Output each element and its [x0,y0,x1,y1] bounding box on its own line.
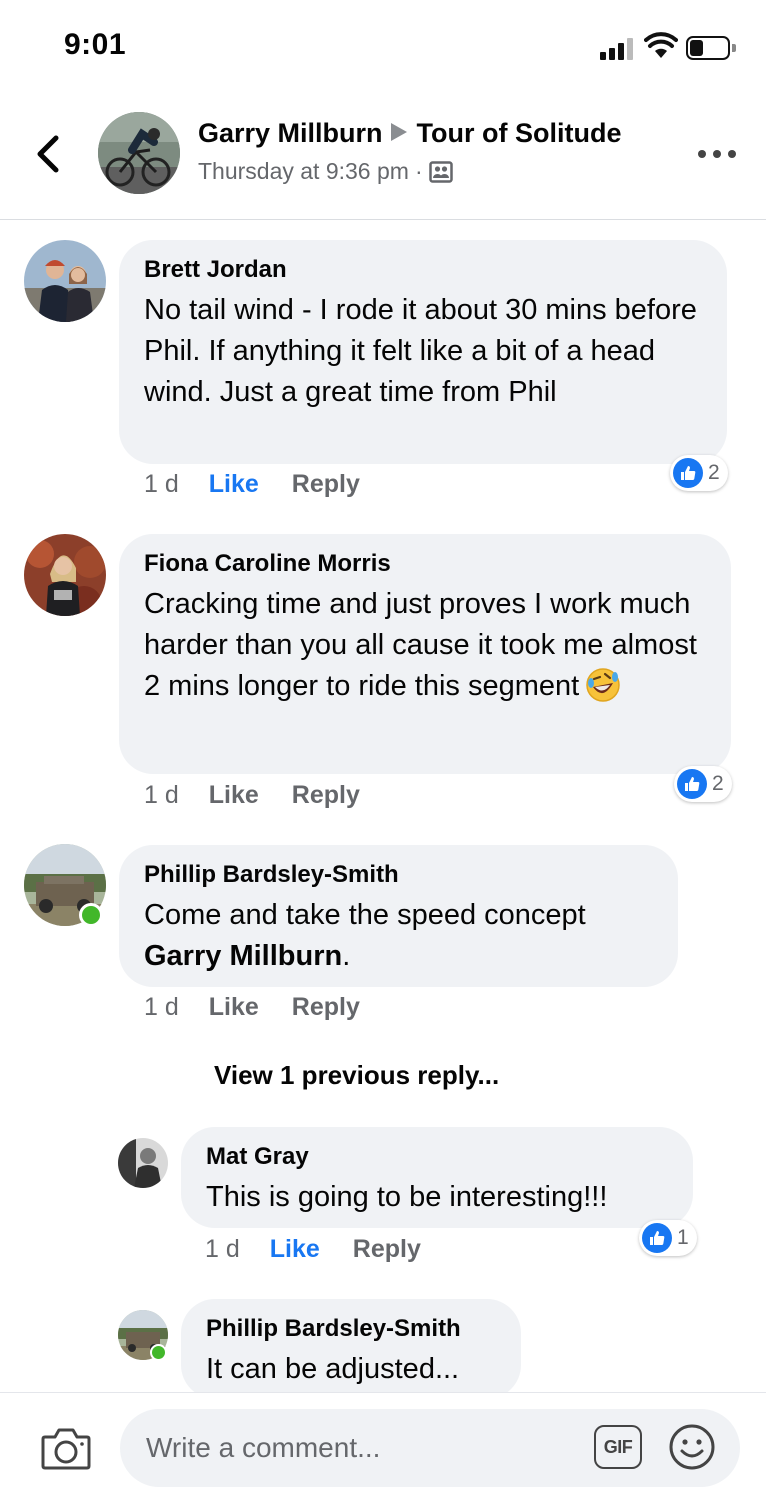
comment-text: Come and take the speed concept [144,899,586,931]
comment-actions: 1 d Like Reply [144,781,360,810]
like-button[interactable]: Like [209,470,259,499]
avatar[interactable] [118,1138,168,1188]
rolling-on-floor-laughing-emoji [586,668,620,702]
online-status-indicator [79,903,103,927]
comment-actions: 1 d Like Reply [144,993,360,1022]
comment-bubble: Fiona Caroline Morris Cracking time and … [119,534,731,774]
comment-text-end: . [342,940,351,972]
reply-button[interactable]: Reply [292,781,360,810]
more-horizontal-icon[interactable] [698,148,736,160]
post-header: Garry Millburn Tour of Solitude Thursday … [0,96,766,220]
triangle-right-icon [390,123,407,141]
gif-button[interactable]: GIF [594,1425,642,1469]
avatar[interactable] [24,240,106,322]
mention-link[interactable]: Garry Millburn [144,940,342,972]
reply-author[interactable]: Phillip Bardsley-Smith [206,1315,497,1343]
online-status-indicator [150,1344,167,1361]
post-title: Garry Millburn Tour of Solitude [198,118,622,149]
reply-age: 1 d [205,1235,240,1263]
post-timestamp: Thursday at 9:36 pm [198,158,409,184]
thumbs-up-icon [642,1223,672,1253]
reaction-count: 2 [712,772,724,795]
wifi-icon [644,32,678,58]
comment-text-block: Cracking time and just proves I work muc… [144,584,707,707]
comment-input[interactable]: Write a comment... GIF [120,1409,740,1487]
like-button[interactable]: Like [209,993,259,1022]
comment-age: 1 d [144,993,179,1021]
thumbs-up-icon [677,769,707,799]
reply-button[interactable]: Reply [292,993,360,1022]
status-time: 9:01 [64,28,127,61]
smiley-icon[interactable] [668,1423,716,1471]
comment-bubble: Brett Jordan No tail wind - I rode it ab… [119,240,727,464]
comment-author[interactable]: Brett Jordan [144,256,703,284]
reply-author[interactable]: Mat Gray [206,1143,669,1171]
group-members-icon [428,161,453,183]
reply-actions: 1 d Like Reply [205,1235,421,1264]
reply-text: It can be adjusted... [206,1353,460,1385]
status-bar: 9:01 [0,0,766,96]
avatar[interactable] [24,534,106,616]
comment-author[interactable]: Fiona Caroline Morris [144,550,707,578]
thumbs-up-icon [673,458,703,488]
comment-text: No tail wind - I rode it about 30 mins b… [144,294,697,408]
comment-input-placeholder: Write a comment... [146,1432,381,1463]
chevron-left-icon[interactable] [30,132,70,176]
comment-actions: 1 d Like Reply [144,470,360,499]
reaction-count: 2 [708,461,720,484]
battery-icon [686,36,736,60]
comment-text-block: Come and take the speed concept Garry Mi… [144,895,654,977]
reaction-badge[interactable]: 1 [639,1220,697,1256]
author-name[interactable]: Garry Millburn [198,118,383,148]
comment-age: 1 d [144,781,179,809]
comment-composer: Write a comment... GIF [0,1392,766,1500]
comment-author[interactable]: Phillip Bardsley-Smith [144,861,654,889]
group-name[interactable]: Tour of Solitude [417,118,622,148]
reply-bubble: Phillip Bardsley-Smith It can be adjuste… [181,1299,521,1399]
like-button[interactable]: Like [209,781,259,810]
comment-bubble: Phillip Bardsley-Smith Come and take the… [119,845,678,987]
cellular-signal-icon [600,38,636,60]
comment-age: 1 d [144,470,179,498]
view-previous-replies-link[interactable]: View 1 previous reply... [214,1060,499,1091]
reaction-badge[interactable]: 2 [674,766,732,802]
reply-text: This is going to be interesting!!! [206,1181,608,1213]
author-avatar[interactable] [98,112,180,194]
post-subtitle: Thursday at 9:36 pm · [198,158,453,185]
reaction-count: 1 [677,1226,689,1249]
reaction-badge[interactable]: 2 [670,455,728,491]
separator: · [414,158,423,184]
like-button[interactable]: Like [270,1235,320,1264]
camera-icon[interactable] [40,1425,92,1471]
reply-button[interactable]: Reply [353,1235,421,1264]
reply-button[interactable]: Reply [292,470,360,499]
reply-bubble: Mat Gray This is going to be interesting… [181,1127,693,1228]
